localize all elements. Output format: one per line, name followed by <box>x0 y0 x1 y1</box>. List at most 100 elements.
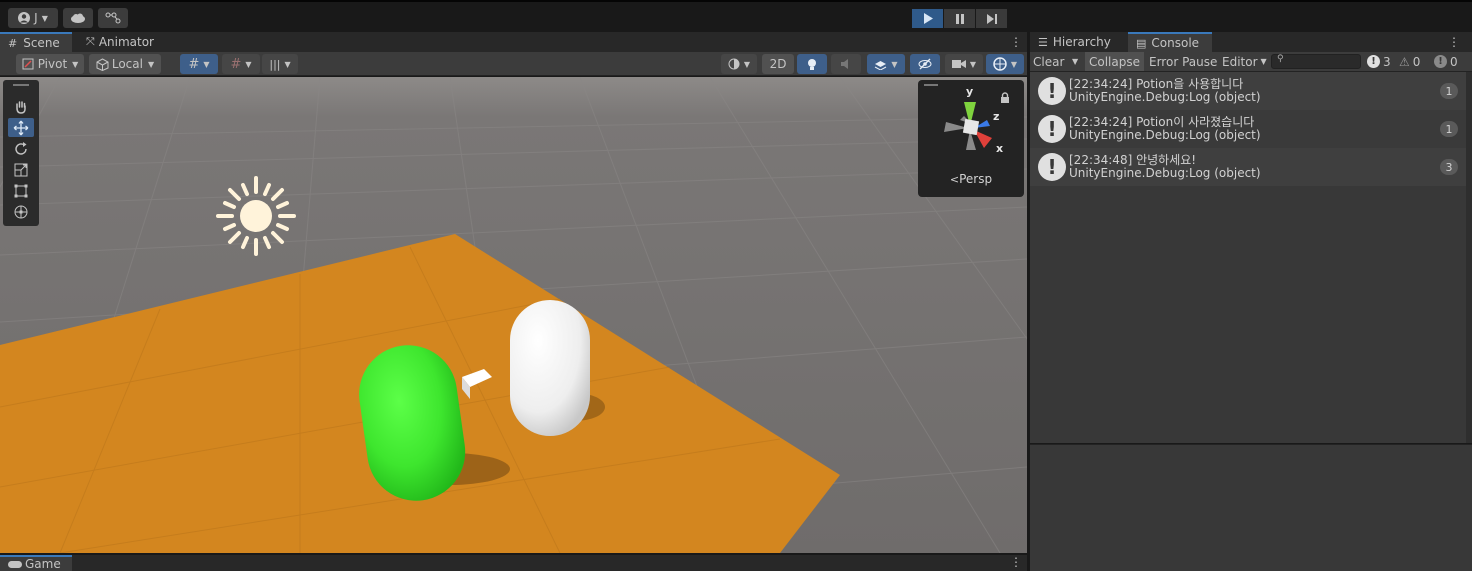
grid-snap-toggle[interactable]: # ▼ <box>180 54 218 74</box>
chevron-down-icon: ▼ <box>891 59 898 69</box>
collapse-label: Collapse <box>1089 54 1140 69</box>
camera-dropdown[interactable]: ▼ <box>945 54 983 74</box>
search-input[interactable] <box>1286 55 1358 68</box>
step-button[interactable] <box>976 9 1007 28</box>
tab-animator[interactable]: ⤧ Animator <box>78 32 162 52</box>
audio-toggle[interactable] <box>831 54 861 74</box>
chevron-down-icon: ▼ <box>743 59 751 69</box>
step-icon <box>986 13 997 24</box>
console-menu-kebab-icon[interactable]: ⋮ <box>1448 35 1460 49</box>
scene-viewport[interactable] <box>0 77 1027 553</box>
pivot-label: Pivot <box>37 57 68 71</box>
move-tool[interactable] <box>8 118 34 137</box>
tab-hierarchy[interactable]: ☰ Hierarchy <box>1030 32 1126 52</box>
info-filter-toggle[interactable]: ! 3 <box>1367 52 1391 71</box>
error-pause-toggle[interactable]: Error Pause <box>1149 52 1217 71</box>
scale-icon <box>14 163 28 176</box>
toggle-2d-button[interactable]: 2D <box>762 54 794 74</box>
chevron-down-icon: ▼ <box>147 59 155 69</box>
effects-dropdown[interactable]: ▼ <box>867 54 905 74</box>
effects-layers-icon <box>875 61 887 70</box>
axis-z-label: z <box>993 110 1000 123</box>
audio-icon <box>841 59 848 69</box>
info-icon: ! <box>1367 55 1380 68</box>
pause-button[interactable] <box>944 9 975 28</box>
cloud-button[interactable] <box>63 8 93 28</box>
main-toolbar: J ▼ <box>0 0 1472 32</box>
pause-icon <box>955 13 964 24</box>
animator-icon: ⤧ <box>86 35 95 48</box>
info-icon: ! <box>1038 153 1066 181</box>
log-stacktrace: UnityEngine.Debug:Log (object) <box>1069 128 1261 142</box>
rotate-icon <box>15 141 27 155</box>
hidden-eye-icon <box>918 58 932 70</box>
gizmos-dropdown[interactable]: ▼ <box>986 54 1024 74</box>
lighting-toggle[interactable] <box>797 54 827 74</box>
log-entry[interactable]: ! [22:34:24] Potion을 사용합니다 UnityEngine.D… <box>1030 72 1466 110</box>
tab-game[interactable]: Game <box>0 555 72 571</box>
chevron-down-icon: ▼ <box>1010 59 1018 69</box>
tab-game-label: Game <box>25 557 61 571</box>
account-dropdown[interactable]: J ▼ <box>8 8 58 28</box>
clear-label: Clear <box>1033 54 1065 69</box>
game-menu-kebab-icon[interactable]: ⋮ <box>1010 555 1022 569</box>
log-count-badge: 1 <box>1440 121 1458 137</box>
drag-handle-icon[interactable] <box>13 84 29 86</box>
tab-hierarchy-label: Hierarchy <box>1052 35 1111 49</box>
projection-toggle[interactable]: <Persp <box>918 172 1024 186</box>
local-dropdown[interactable]: Local ▼ <box>89 54 161 74</box>
log-entry[interactable]: ! [22:34:48] 안녕하세요! UnityEngine.Debug:Lo… <box>1030 148 1466 186</box>
console-icon: ▤ <box>1136 36 1147 50</box>
console-search-field[interactable]: ⚲ <box>1271 54 1361 69</box>
info-icon: ! <box>1038 77 1066 105</box>
play-button[interactable] <box>912 9 943 28</box>
collapse-toggle[interactable]: Collapse <box>1085 52 1144 71</box>
scene-render <box>0 77 1027 553</box>
console-log-list[interactable]: ! [22:34:24] Potion을 사용합니다 UnityEngine.D… <box>1030 72 1472 443</box>
tab-console[interactable]: ▤ Console <box>1128 32 1212 52</box>
tab-scene[interactable]: # Scene <box>0 32 72 52</box>
gamepad-icon <box>8 560 22 568</box>
editor-dropdown[interactable]: Editor ▼ <box>1222 52 1267 71</box>
scale-tool[interactable] <box>8 160 34 179</box>
log-entry[interactable]: ! [22:34:24] Potion이 사라졌습니다 UnityEngine.… <box>1030 110 1466 148</box>
info-icon: ! <box>1038 115 1066 143</box>
tab-animator-label: Animator <box>98 35 154 49</box>
console-toolbar: Clear ▼ Collapse Error Pause Editor ▼ ⚲ … <box>1030 52 1472 72</box>
tab-scene-label: Scene <box>23 36 60 50</box>
hand-tool[interactable] <box>8 97 34 116</box>
ruler-toggle[interactable]: ||| ▼ <box>262 54 298 74</box>
draw-mode-dropdown[interactable]: ▼ <box>721 54 757 74</box>
chevron-down-icon: ▼ <box>1072 57 1079 66</box>
rotate-tool[interactable] <box>8 139 34 158</box>
playmode-controls <box>912 9 1008 28</box>
clear-options-dropdown[interactable]: ▼ <box>1072 52 1078 71</box>
log-count-badge: 3 <box>1440 159 1458 175</box>
console-scrollbar[interactable] <box>1466 72 1472 443</box>
transform-all-icon <box>14 205 28 218</box>
scene-visibility-toggle[interactable] <box>910 54 940 74</box>
projection-label: Persp <box>959 172 993 186</box>
pivot-dropdown[interactable]: Pivot ▼ <box>16 54 84 74</box>
collab-icon <box>105 12 121 24</box>
transform-all-tool[interactable] <box>8 202 34 221</box>
console-detail-pane[interactable] <box>1030 444 1472 571</box>
error-filter-toggle[interactable]: ! 0 <box>1434 52 1458 71</box>
lightbulb-icon <box>808 58 816 70</box>
axis-x-label: x <box>996 142 1004 155</box>
hand-icon <box>16 100 26 114</box>
toggle-2d-label: 2D <box>769 57 787 71</box>
chevron-down-icon: ▼ <box>245 59 252 69</box>
scene-menu-kebab-icon[interactable]: ⋮ <box>1010 35 1022 49</box>
local-cube-icon <box>96 57 109 71</box>
increment-snap-toggle[interactable]: # ▼ <box>222 54 260 74</box>
error-count: 0 <box>1450 54 1458 69</box>
warning-filter-toggle[interactable]: ⚠ 0 <box>1399 52 1420 71</box>
local-label: Local <box>111 57 143 71</box>
chevron-down-icon: ▼ <box>72 59 79 69</box>
clear-button[interactable]: Clear <box>1033 52 1064 71</box>
orientation-gizmo[interactable]: y z x <Persp <box>918 80 1024 197</box>
rect-tool[interactable] <box>8 181 34 200</box>
cloud-icon <box>71 13 85 23</box>
collab-button[interactable] <box>98 8 128 28</box>
